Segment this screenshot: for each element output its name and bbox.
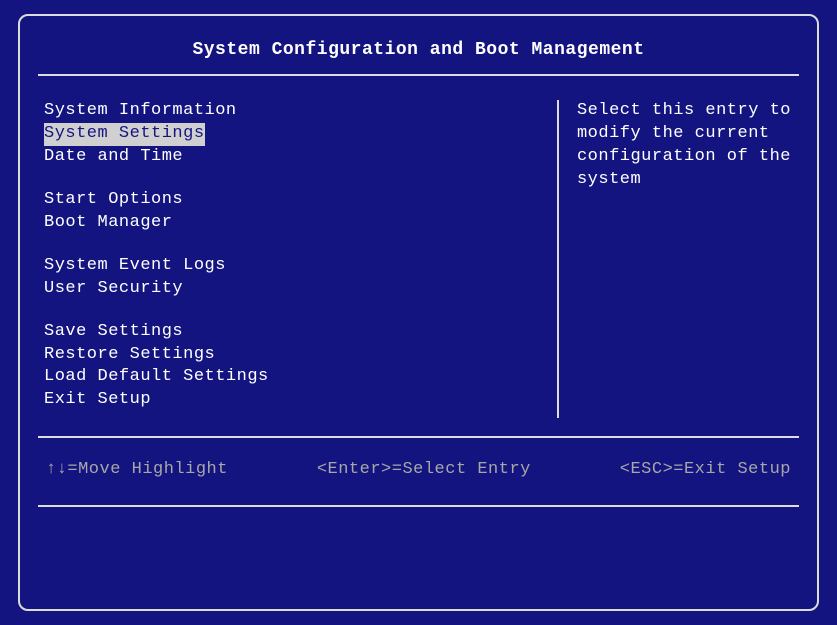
- menu-item-restore-settings[interactable]: Restore Settings: [44, 344, 539, 367]
- menu-item-exit-setup[interactable]: Exit Setup: [44, 389, 539, 412]
- body-area: System Information System Settings Date …: [38, 76, 799, 436]
- menu-item-system-event-logs[interactable]: System Event Logs: [44, 255, 539, 278]
- menu-item-date-and-time[interactable]: Date and Time: [44, 146, 539, 169]
- hint-move: ↑↓=Move Highlight: [46, 460, 228, 479]
- help-text: Select this entry to modify the current …: [577, 100, 795, 192]
- key-hints: ↑↓=Move Highlight <Enter>=Select Entry <…: [38, 438, 799, 505]
- menu-item-user-security[interactable]: User Security: [44, 278, 539, 301]
- menu-item-system-information[interactable]: System Information: [44, 100, 539, 123]
- menu-item-load-default-settings[interactable]: Load Default Settings: [44, 366, 539, 389]
- hint-esc: <ESC>=Exit Setup: [620, 460, 791, 479]
- menu-item-boot-manager[interactable]: Boot Manager: [44, 212, 539, 235]
- divider-bottom: [38, 505, 799, 507]
- bios-frame: System Configuration and Boot Management…: [18, 14, 819, 611]
- menu-group: System Event Logs User Security: [44, 255, 539, 301]
- menu-group: System Information System Settings Date …: [44, 100, 539, 169]
- help-panel: Select this entry to modify the current …: [577, 100, 795, 418]
- page-title: System Configuration and Boot Management: [38, 30, 799, 74]
- hint-enter: <Enter>=Select Entry: [317, 460, 531, 479]
- divider-vertical: [557, 100, 559, 418]
- menu-item-start-options[interactable]: Start Options: [44, 189, 539, 212]
- menu-item-save-settings[interactable]: Save Settings: [44, 321, 539, 344]
- menu-item-system-settings[interactable]: System Settings: [44, 123, 205, 146]
- menu-group: Save Settings Restore Settings Load Defa…: [44, 321, 539, 413]
- menu-group: Start Options Boot Manager: [44, 189, 539, 235]
- menu-column: System Information System Settings Date …: [42, 100, 539, 418]
